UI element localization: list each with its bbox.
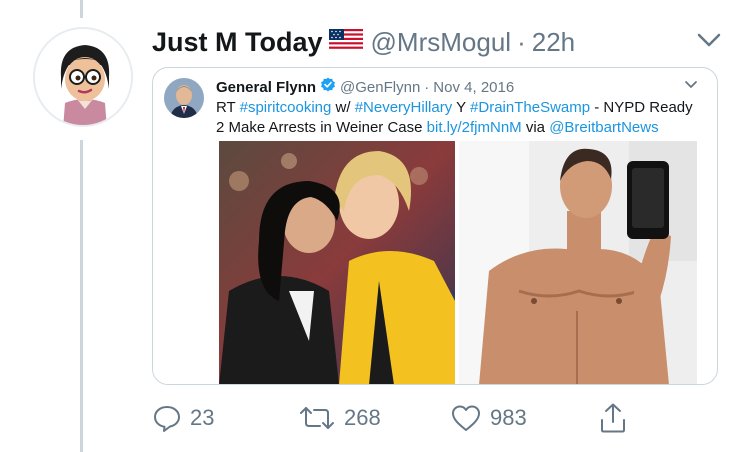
quoted-tweet-header: General Flynn @GenFlynn · Nov 4, 2016 [216,77,514,97]
quoted-text-part: w/ [331,99,355,116]
photo-selfie-man[interactable] [459,141,697,385]
quoted-tweet[interactable]: General Flynn @GenFlynn · Nov 4, 2016 RT… [152,67,718,385]
hashtag-link[interactable]: #spiritcooking [240,99,332,116]
quoted-tweet-text: RT #spiritcooking w/ #NeveryHillary Y #D… [216,98,696,138]
like-count: 983 [490,405,527,430]
verified-badge-icon [320,77,336,97]
profile-photo-icon [164,78,204,118]
quoted-display-name[interactable]: General Flynn [216,79,316,96]
quoted-date[interactable]: Nov 4, 2016 [433,79,514,96]
quoted-chevron-down-icon[interactable] [683,78,699,90]
photo-two-women[interactable] [219,141,455,385]
quoted-avatar[interactable] [164,78,204,118]
bitmoji-avatar-icon [35,29,131,125]
reply-count: 23 [190,405,215,430]
share-button[interactable] [598,398,628,438]
heart-icon [452,405,480,431]
share-icon [601,403,625,433]
hashtag-link[interactable]: #DrainTheSwamp [470,99,590,116]
quoted-text-part: via [521,119,550,136]
quoted-media[interactable] [219,141,697,385]
chevron-down-icon[interactable] [696,30,722,50]
like-button[interactable]: 983 [450,398,527,438]
reply-icon [154,406,180,432]
retweet-count: 268 [344,405,381,430]
quoted-text-part: Y [452,99,471,116]
thread-line-bottom [80,140,83,452]
us-flag-icon [328,28,363,56]
thread-line-top [80,0,83,18]
hashtag-link[interactable]: #NeveryHillary [355,99,453,116]
reply-button[interactable]: 23 [152,398,214,438]
retweet-icon [300,407,334,429]
retweet-button[interactable]: 268 [298,398,381,438]
quoted-handle[interactable]: @GenFlynn [340,79,420,96]
tweet-actions: 23 268 983 [152,398,642,438]
user-handle[interactable]: @MrsMogul [371,27,512,58]
url-link[interactable]: bit.ly/2fjmNnM [427,119,522,136]
avatar[interactable] [33,27,133,127]
mention-link[interactable]: @BreitbartNews [549,119,658,136]
tweet-header: Just M Today @MrsMogul · 22h [152,22,575,62]
quoted-separator-dot: · [424,78,430,96]
display-name[interactable]: Just M Today [152,27,323,58]
separator-dot: · [517,26,526,57]
tweet-time[interactable]: 22h [532,27,575,58]
quoted-text-part: RT [216,99,240,116]
